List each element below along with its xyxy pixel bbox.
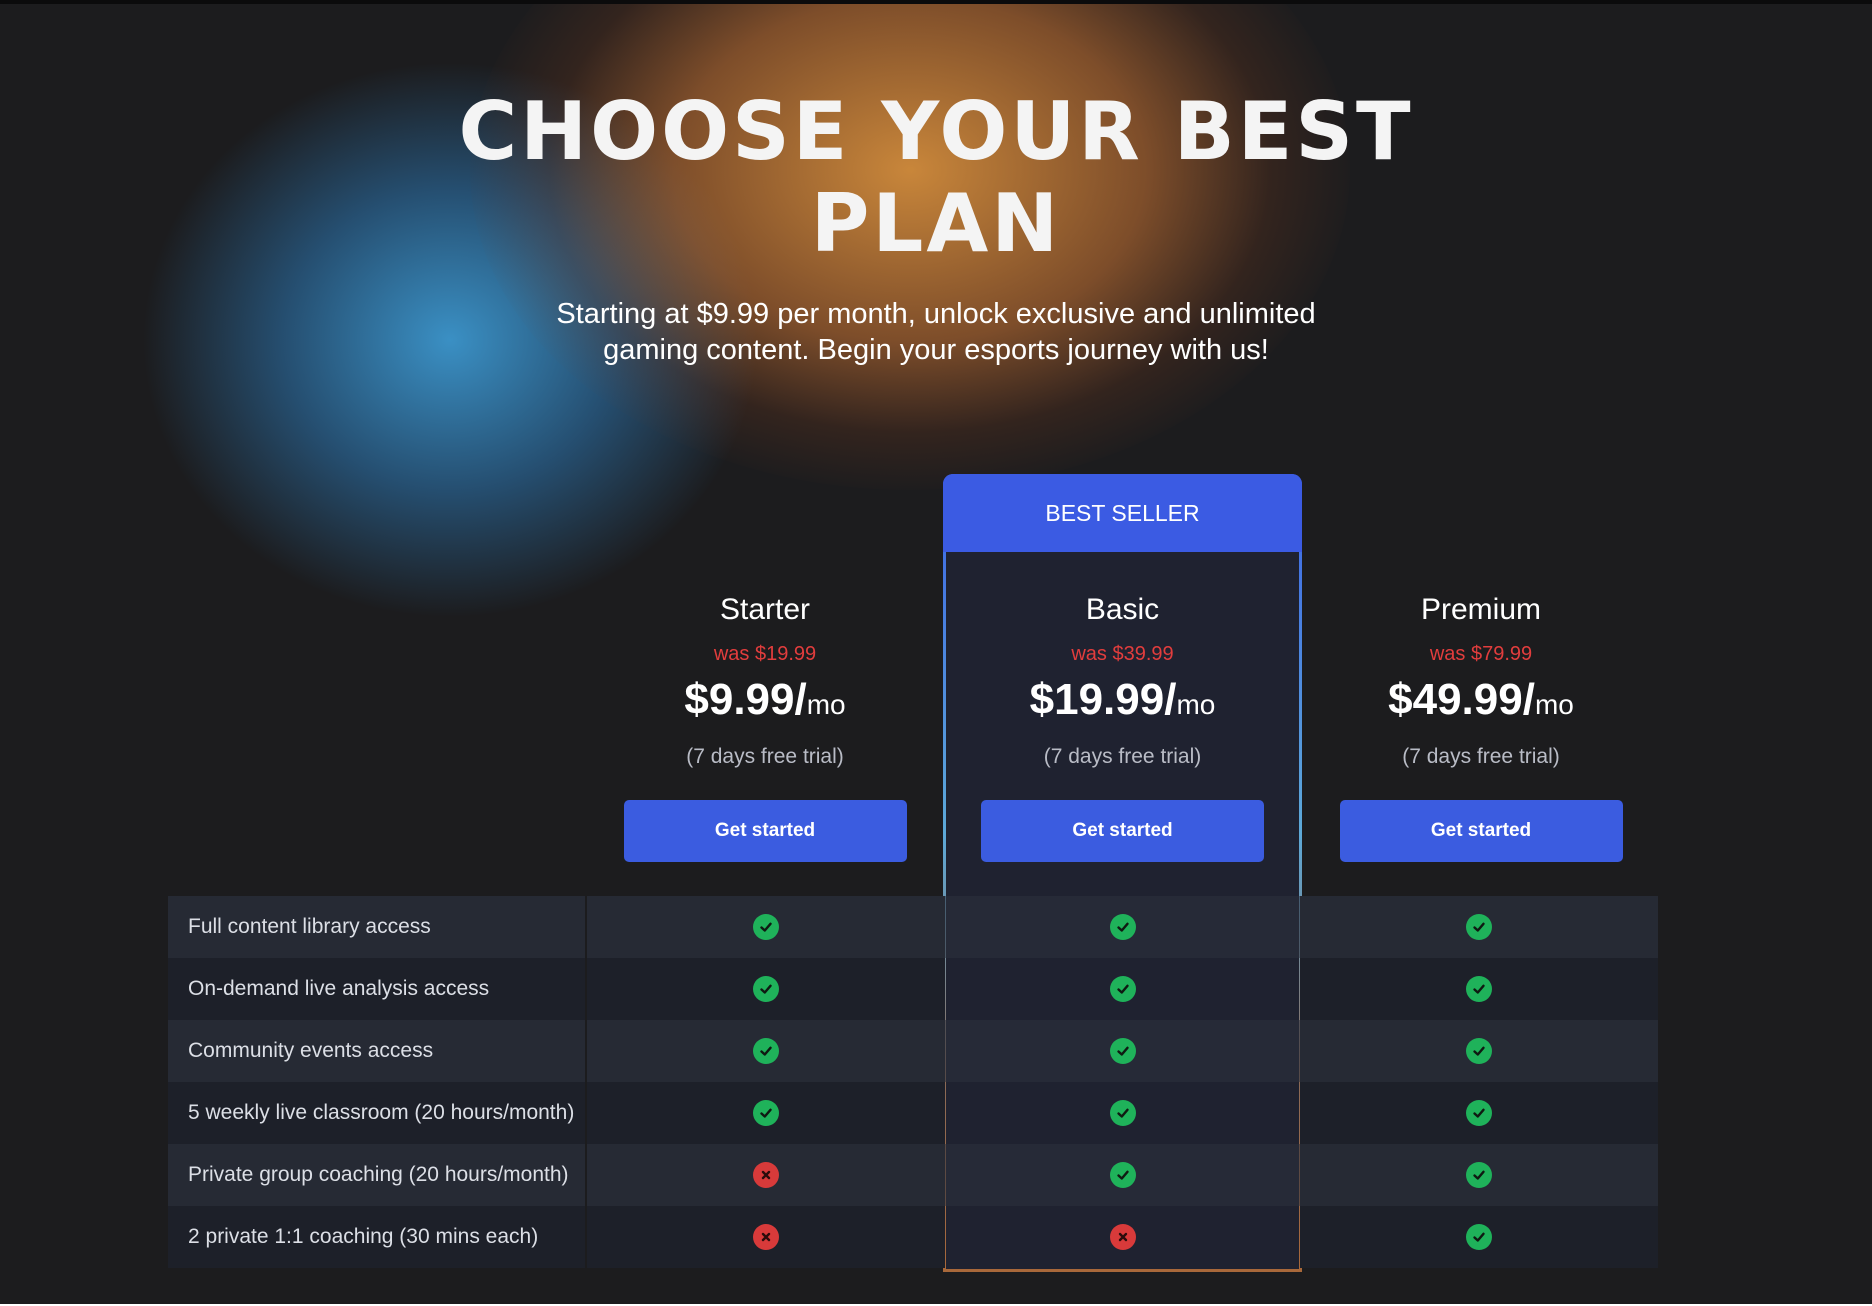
plan-card-basic: Basic was $39.99 $19.99/mo (7 days free … xyxy=(943,584,1302,862)
feature-cell-premium xyxy=(1300,1020,1658,1082)
feature-cell-basic xyxy=(945,1206,1301,1268)
get-started-button-premium[interactable]: Get started xyxy=(1339,800,1623,862)
feature-cell-basic xyxy=(944,1020,1301,1082)
plan-trial-note: (7 days free trial) xyxy=(1043,745,1202,768)
feature-row: Private group coaching (20 hours/month) xyxy=(168,1144,1658,1206)
check-circle-icon xyxy=(1109,1162,1136,1188)
page-subtitle-line-1: Starting at $9.99 per month, unlock excl… xyxy=(556,298,1316,330)
plan-card-starter: Starter was $19.99 $9.99/mo (7 days free… xyxy=(585,584,945,862)
get-started-button-basic[interactable]: Get started xyxy=(981,800,1264,862)
feature-cell-premium xyxy=(1300,896,1658,958)
plan-name: Basic xyxy=(1085,593,1160,626)
x-circle-icon xyxy=(753,1162,780,1188)
check-circle-icon xyxy=(753,914,780,940)
feature-cell-premium xyxy=(1300,958,1658,1020)
plan-name: Starter xyxy=(719,593,811,626)
x-circle-icon xyxy=(753,1224,780,1250)
feature-label: Private group coaching (20 hours/month) xyxy=(168,1144,586,1206)
feature-label: 5 weekly live classroom (20 hours/month) xyxy=(168,1082,586,1144)
plan-price: $19.99/mo xyxy=(943,673,1302,732)
check-circle-icon xyxy=(1466,1162,1493,1188)
check-circle-icon xyxy=(1109,976,1136,1002)
feature-cell-premium xyxy=(1300,1144,1658,1206)
feature-cell-premium xyxy=(1300,1082,1658,1144)
check-circle-icon xyxy=(753,1100,780,1126)
check-circle-icon xyxy=(1109,1100,1136,1126)
feature-cell-starter xyxy=(587,896,945,958)
feature-row: On-demand live analysis access xyxy=(168,958,1658,1020)
page-title-line-2: PLAN xyxy=(810,177,1062,270)
page-title-line-1: CHOOSE YOUR BEST xyxy=(458,85,1414,178)
best-seller-badge: BEST SELLER xyxy=(943,474,1302,552)
check-circle-icon xyxy=(1466,1038,1493,1064)
plan-original-price: was $19.99 xyxy=(713,643,817,665)
feature-label: Full content library access xyxy=(168,896,586,958)
check-circle-icon xyxy=(1466,1224,1493,1250)
plan-original-price: was $39.99 xyxy=(1071,643,1174,665)
plan-price-amount: $9.99/ xyxy=(684,675,807,724)
feature-label: On-demand live analysis access xyxy=(168,958,586,1020)
plan-price-period: mo xyxy=(1176,689,1216,720)
plan-name: Premium xyxy=(1420,593,1541,626)
check-circle-icon xyxy=(1466,914,1493,940)
feature-row: 5 weekly live classroom (20 hours/month) xyxy=(168,1082,1658,1144)
feature-row: Community events access xyxy=(168,1020,1658,1082)
feature-cell-starter xyxy=(587,958,945,1020)
plan-price: $49.99/mo xyxy=(1301,673,1661,732)
check-circle-icon xyxy=(753,976,780,1002)
feature-row: 2 private 1:1 coaching (30 mins each) xyxy=(168,1206,1658,1268)
feature-cell-starter xyxy=(587,1144,945,1206)
feature-cell-basic xyxy=(944,896,1301,958)
plan-price-period: mo xyxy=(1534,689,1574,720)
plan-price-amount: $19.99/ xyxy=(1029,675,1177,724)
feature-cell-premium xyxy=(1300,1206,1658,1268)
feature-cell-basic xyxy=(945,958,1301,1020)
feature-cell-starter xyxy=(587,1082,945,1144)
feature-comparison-table: Full content library access On-demand liv… xyxy=(168,896,1658,1268)
feature-label: Community events access xyxy=(168,1020,586,1082)
plan-card-premium: Premium was $79.99 $49.99/mo (7 days fre… xyxy=(1301,584,1661,862)
check-circle-icon xyxy=(1109,1038,1136,1064)
page-subtitle-line-2: gaming content. Begin your esports journ… xyxy=(603,334,1269,366)
plan-trial-note: (7 days free trial) xyxy=(686,745,844,768)
check-circle-icon xyxy=(1466,976,1493,1002)
plan-price-period: mo xyxy=(806,689,846,720)
feature-row: Full content library access xyxy=(168,896,1658,958)
feature-cell-basic xyxy=(944,1144,1301,1206)
x-circle-icon xyxy=(1109,1224,1136,1250)
plan-original-price: was $79.99 xyxy=(1429,643,1533,665)
feature-cell-starter xyxy=(587,1206,945,1268)
page-subtitle: Starting at $9.99 per month, unlock excl… xyxy=(486,296,1386,368)
feature-cell-basic xyxy=(945,1082,1301,1144)
get-started-button-starter[interactable]: Get started xyxy=(623,800,907,862)
pricing-section: CHOOSE YOUR BEST PLAN Starting at $9.99 … xyxy=(0,0,1872,1304)
plan-price: $9.99/mo xyxy=(585,673,945,732)
page-title: CHOOSE YOUR BEST PLAN xyxy=(436,86,1436,270)
feature-cell-starter xyxy=(587,1020,945,1082)
check-circle-icon xyxy=(1109,914,1136,940)
top-divider xyxy=(0,0,1872,4)
feature-label: 2 private 1:1 coaching (30 mins each) xyxy=(168,1206,586,1268)
check-circle-icon xyxy=(1466,1100,1493,1126)
plan-trial-note: (7 days free trial) xyxy=(1402,745,1560,768)
check-circle-icon xyxy=(753,1038,780,1064)
plan-price-amount: $49.99/ xyxy=(1388,675,1535,724)
